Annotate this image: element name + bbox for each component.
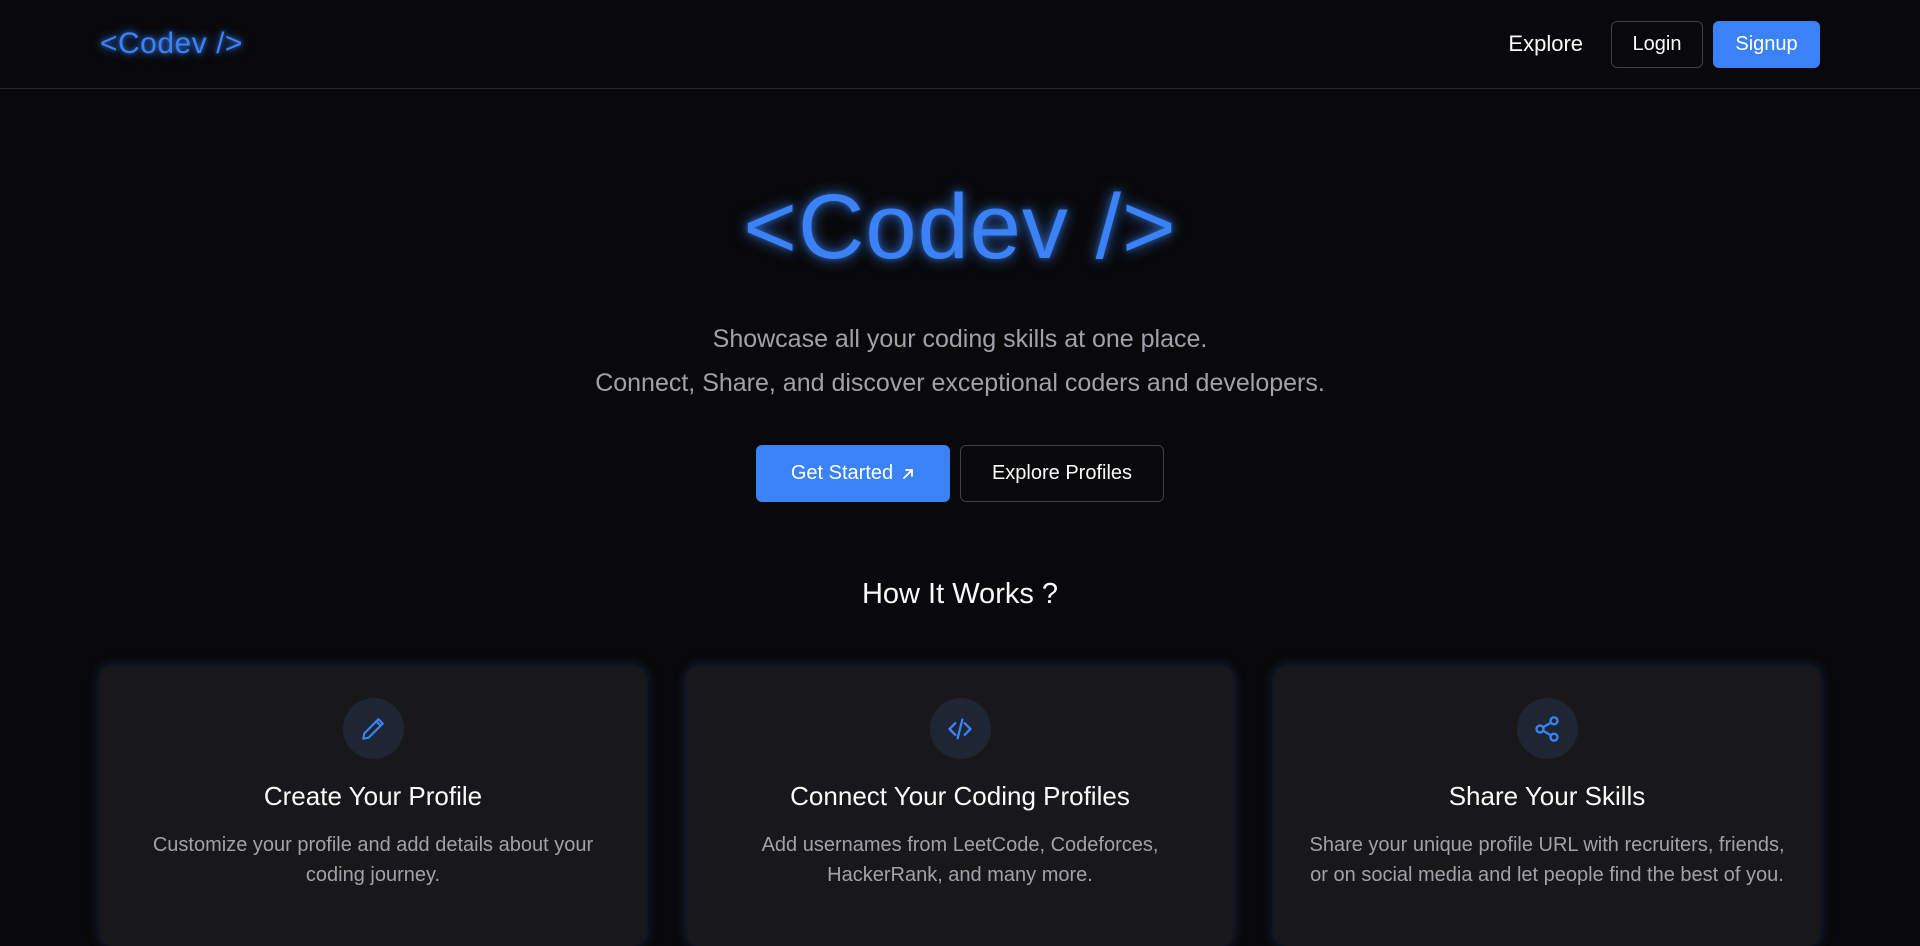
hero-section: <Codev /> Showcase all your coding skill… [0,89,1920,611]
get-started-button[interactable]: Get Started [756,445,950,502]
card-share-skills: Share Your Skills Share your unique prof… [1274,666,1820,946]
card-title: Create Your Profile [263,781,483,811]
explore-profiles-button[interactable]: Explore Profiles [960,445,1164,502]
arrow-up-right-icon [901,467,915,481]
get-started-label: Get Started [790,462,894,484]
code-icon [929,698,991,759]
logo[interactable]: <Codev /> [100,27,243,61]
pencil-icon [342,698,404,759]
card-description: Customize your profile and add details a… [152,834,594,886]
how-it-works-cards: Create Your Profile Customize your profi… [100,666,1820,946]
card-connect-profiles: Connect Your Coding Profiles Add usernam… [687,666,1233,946]
hero-title: <Codev /> [743,176,1177,278]
login-button[interactable]: Login [1611,20,1703,68]
hero-subtitle-line1: Showcase all your coding skills at one p… [712,325,1208,353]
hero-subtitle-line2: Connect, Share, and discover exceptional… [595,369,1325,397]
how-it-works-title: How It Works ? [861,578,1059,610]
card-title: Share Your Skills [1448,781,1646,811]
card-description: Share your unique profile URL with recru… [1309,834,1785,886]
navbar: <Codev /> Explore Login Signup [0,0,1920,89]
signup-button[interactable]: Signup [1713,20,1820,68]
hero-subtitle: Showcase all your coding skills at one p… [0,317,1920,405]
card-description: Add usernames from LeetCode, Codeforces,… [761,834,1159,886]
nav-actions: Explore Login Signup [1490,20,1820,68]
nav-explore-link[interactable]: Explore [1490,21,1601,67]
share-icon [1516,698,1578,759]
card-create-profile: Create Your Profile Customize your profi… [100,666,646,946]
card-title: Connect Your Coding Profiles [790,781,1130,811]
hero-buttons: Get Started Explore Profiles [0,445,1920,502]
